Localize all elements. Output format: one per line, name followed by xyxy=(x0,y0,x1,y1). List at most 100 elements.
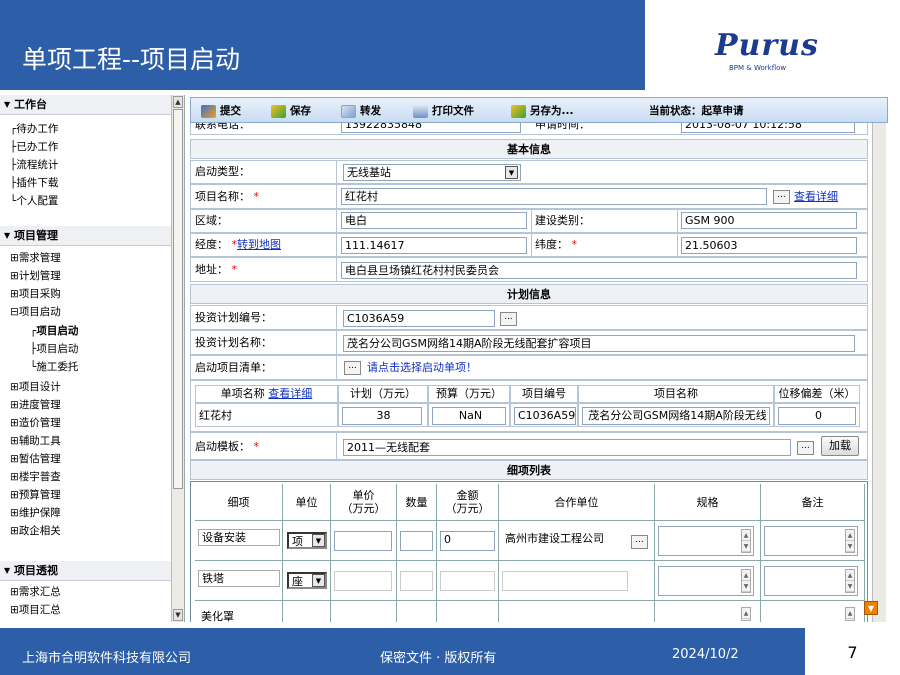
address-input[interactable]: 电白县旦场镇红花村村民委员会 xyxy=(341,262,857,279)
detail-price-input[interactable] xyxy=(334,531,392,551)
detail-price-input[interactable] xyxy=(334,571,392,591)
start-type-row: 启动类型： 无线基站 ▼ xyxy=(190,160,868,184)
detail-amount-cell: 0 xyxy=(437,521,499,561)
slide: 单项工程--项目启动 Purus BPM & Workflow ▼ 工作台 ┌待办… xyxy=(0,0,900,675)
latitude-input[interactable]: 21.50603 xyxy=(681,237,857,254)
logo-subtitle: BPM & Workflow xyxy=(729,64,787,72)
plan-picker-button[interactable]: ... xyxy=(500,312,517,326)
scroll-down-icon[interactable]: ▼ xyxy=(864,601,878,615)
header-bar: 单项工程--项目启动 xyxy=(0,0,644,90)
start-list-hint[interactable]: 请点击选择启动单项！ xyxy=(367,361,477,375)
sidebar-item-enterprise[interactable]: ⊞政企相关 xyxy=(10,524,61,538)
detail-note-textarea[interactable] xyxy=(764,566,858,596)
budget-input[interactable]: NaN xyxy=(432,407,506,425)
sidebar-subitem-start[interactable]: ├项目启动 xyxy=(30,342,78,356)
load-button[interactable]: 加载 xyxy=(821,436,859,456)
detail-amount-cell xyxy=(437,601,499,622)
detail-list-header: 细项列表 xyxy=(190,460,868,480)
sidebar-item-design[interactable]: ⊞项目设计 xyxy=(10,380,61,394)
plan-no-row: 投资计划编号： C1036A59 ... xyxy=(190,305,868,330)
sidebar-item-estimate[interactable]: ⊞暂估管理 xyxy=(10,452,61,466)
detail-spec-textarea[interactable] xyxy=(658,526,754,556)
detail-item-input[interactable]: 铁塔 xyxy=(198,570,280,587)
sidebar-subitem-delegate[interactable]: └施工委托 xyxy=(30,360,78,374)
note-scroll-icon[interactable]: ▲ ▼ xyxy=(845,569,855,593)
detail-amount-input[interactable]: 0 xyxy=(440,531,495,551)
sidebar-scrollbar[interactable]: ▲ ▼ xyxy=(171,95,184,622)
start-type-select[interactable]: 无线基站 xyxy=(343,164,521,181)
project-no-input[interactable]: C1036A59 xyxy=(514,407,576,425)
sidebar-item-budget[interactable]: ⊞预算管理 xyxy=(10,488,61,502)
partner-picker-button[interactable]: ... xyxy=(631,535,648,549)
list-view-detail-link[interactable]: 查看详细 xyxy=(268,387,312,400)
offset-input[interactable]: 0 xyxy=(778,407,856,425)
detail-note-textarea[interactable] xyxy=(764,526,858,556)
scrollbar-thumb[interactable] xyxy=(173,109,183,489)
note-scroll-icon[interactable]: ▲ xyxy=(845,607,855,621)
sidebar-item-survey[interactable]: ⊞楼宇普查 xyxy=(10,470,61,484)
sidebar-section-workbench[interactable]: ▼ 工作台 xyxy=(0,95,172,115)
longitude-input[interactable]: 111.14617 xyxy=(341,237,527,254)
detail-item-input[interactable]: 设备安装 xyxy=(198,529,280,546)
sidebar-section-overview[interactable]: ▼ 项目透视 xyxy=(0,561,172,581)
sidebar-item-requirements[interactable]: ⊞需求管理 xyxy=(10,251,61,265)
detail-partner-input[interactable] xyxy=(502,571,628,591)
detail-partner-input[interactable]: 高州市建设工程公司 xyxy=(502,531,628,551)
sidebar-item-cost[interactable]: ⊞造价管理 xyxy=(10,416,61,430)
save-button[interactable]: 保存 xyxy=(271,103,311,119)
save-as-button[interactable]: 另存为... xyxy=(511,103,573,119)
sidebar-item-stats[interactable]: ├流程统计 xyxy=(10,158,58,172)
apply-time-input[interactable]: 2013-08-07 10:12:58 xyxy=(681,123,855,133)
page-number: 7 xyxy=(805,628,900,675)
plan-no-input[interactable]: C1036A59 xyxy=(343,310,495,327)
template-picker-button[interactable]: ... xyxy=(797,441,814,455)
print-button[interactable]: 打印文件 xyxy=(413,103,474,119)
sidebar-item-progress[interactable]: ⊞进度管理 xyxy=(10,398,61,412)
sidebar-item-req-summary[interactable]: ⊞需求汇总 xyxy=(10,585,61,599)
build-type-input[interactable]: GSM 900 xyxy=(681,212,857,229)
detail-spec-textarea[interactable] xyxy=(658,566,754,596)
dropdown-arrow-icon[interactable]: ▼ xyxy=(505,166,518,179)
region-input[interactable]: 电白 xyxy=(341,212,527,229)
cell-item-name: 红花村 xyxy=(195,403,338,427)
detail-qty-input[interactable] xyxy=(400,571,433,591)
sidebar-item-tools[interactable]: ⊞辅助工具 xyxy=(10,434,61,448)
sidebar-subitem-start-active[interactable]: ┌项目启动 xyxy=(30,324,78,338)
detail-item-input[interactable]: 美化罩 xyxy=(198,609,280,622)
view-detail-link[interactable]: 查看详细 xyxy=(794,190,838,204)
sidebar-item-done[interactable]: ├已办工作 xyxy=(10,140,58,154)
phone-input[interactable]: 13922835848 xyxy=(341,123,521,133)
sidebar-item-purchase[interactable]: ⊞项目采购 xyxy=(10,287,61,301)
detail-amount-input[interactable] xyxy=(440,571,495,591)
sidebar-section-project[interactable]: ▼ 项目管理 xyxy=(0,226,172,246)
project-picker-button[interactable]: ... xyxy=(773,190,790,204)
collapse-icon: ▼ xyxy=(4,231,11,240)
template-input[interactable]: 2011—无线配套 xyxy=(343,439,791,456)
plan-amount-input[interactable]: 38 xyxy=(342,407,422,425)
sidebar-item-project-summary[interactable]: ⊞项目汇总 xyxy=(10,603,61,617)
scroll-down-icon[interactable]: ▼ xyxy=(173,609,183,621)
sidebar-item-start[interactable]: ⊟项目启动 xyxy=(10,305,61,319)
project-name-input[interactable]: 红花村 xyxy=(341,188,767,205)
sidebar-item-plan[interactable]: ⊞计划管理 xyxy=(10,269,61,283)
longitude-label: 经度： *转到地图 xyxy=(195,238,281,251)
spec-scroll-icon[interactable]: ▲ ▼ xyxy=(741,529,751,553)
spec-scroll-icon[interactable]: ▲ xyxy=(741,607,751,621)
scroll-up-icon[interactable]: ▲ xyxy=(173,96,183,108)
detail-qty-input[interactable] xyxy=(400,531,433,551)
plan-name-input[interactable]: 茂名分公司GSM网络14期A阶段无线配套扩容项目 xyxy=(343,335,855,352)
forward-button[interactable]: 转发 xyxy=(341,103,381,119)
sidebar-item-profile[interactable]: └个人配置 xyxy=(10,194,58,208)
note-scroll-icon[interactable]: ▲ ▼ xyxy=(845,529,855,553)
sidebar-item-todo[interactable]: ┌待办工作 xyxy=(10,122,58,136)
project-name-cell-input[interactable]: 茂名分公司GSM网络14期A阶段无线 xyxy=(582,407,770,425)
sidebar-item-plugins[interactable]: ├插件下载 xyxy=(10,176,58,190)
submit-button[interactable]: 提交 xyxy=(201,103,241,119)
start-list-picker-button[interactable]: ... xyxy=(344,361,361,375)
dropdown-arrow-icon[interactable]: ▼ xyxy=(312,574,325,587)
spec-scroll-icon[interactable]: ▲ ▼ xyxy=(741,569,751,593)
form-scrollbar[interactable] xyxy=(872,123,886,622)
dropdown-arrow-icon[interactable]: ▼ xyxy=(312,534,325,547)
goto-map-link[interactable]: 转到地图 xyxy=(237,238,281,251)
sidebar-item-maintenance[interactable]: ⊞维护保障 xyxy=(10,506,61,520)
